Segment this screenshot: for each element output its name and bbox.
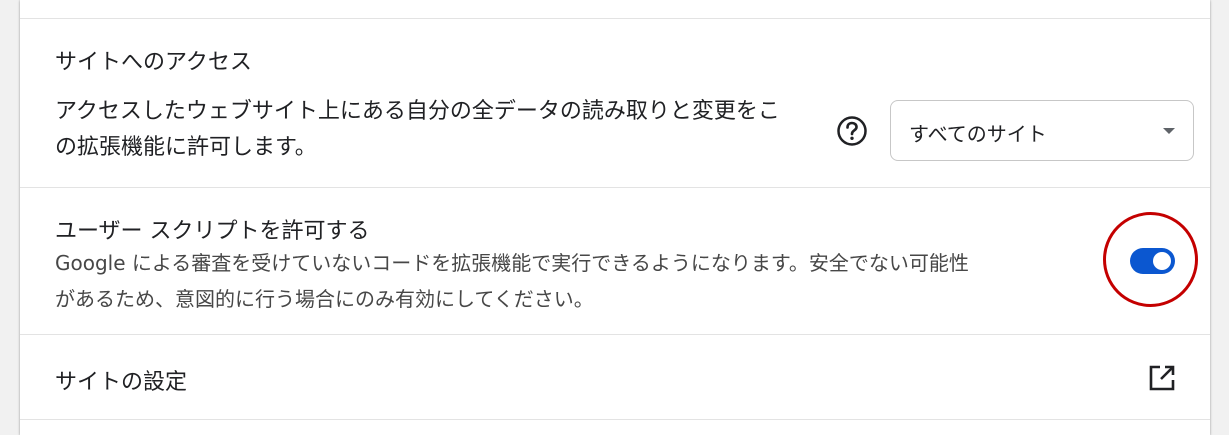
site-access-dropdown-value: すべてのサイト	[909, 122, 1047, 146]
user-scripts-description-line2: があるため、意図的に行う場合にのみ有効にしてください。	[55, 287, 594, 311]
user-scripts-description-line1: Google による審査を受けていないコードを拡張機能で実行できるようになります…	[55, 251, 969, 275]
user-scripts-heading: ユーザー スクリプトを許可する	[55, 219, 370, 244]
site-access-description-line1: アクセスしたウェブサイト上にある自分の全データの読み取りと変更をこ	[55, 99, 780, 124]
help-circle-icon[interactable]	[835, 114, 869, 148]
user-scripts-toggle[interactable]	[1130, 248, 1175, 274]
toggle-knob	[1153, 252, 1171, 270]
divider-bottom	[20, 419, 1210, 420]
site-access-description-line2: の拡張機能に許可します。	[55, 135, 317, 160]
site-access-heading: サイトへのアクセス	[55, 50, 252, 75]
divider-top	[20, 18, 1210, 19]
site-access-dropdown[interactable]: すべてのサイト	[890, 100, 1194, 161]
divider-middle	[20, 187, 1210, 188]
caret-down-icon	[1163, 128, 1175, 134]
extension-settings-card: サイトへのアクセス アクセスしたウェブサイト上にある自分の全データの読み取りと変…	[20, 0, 1210, 435]
site-settings-label[interactable]: サイトの設定	[55, 364, 187, 396]
divider-lower	[20, 334, 1210, 335]
open-in-new-icon[interactable]	[1148, 364, 1176, 392]
